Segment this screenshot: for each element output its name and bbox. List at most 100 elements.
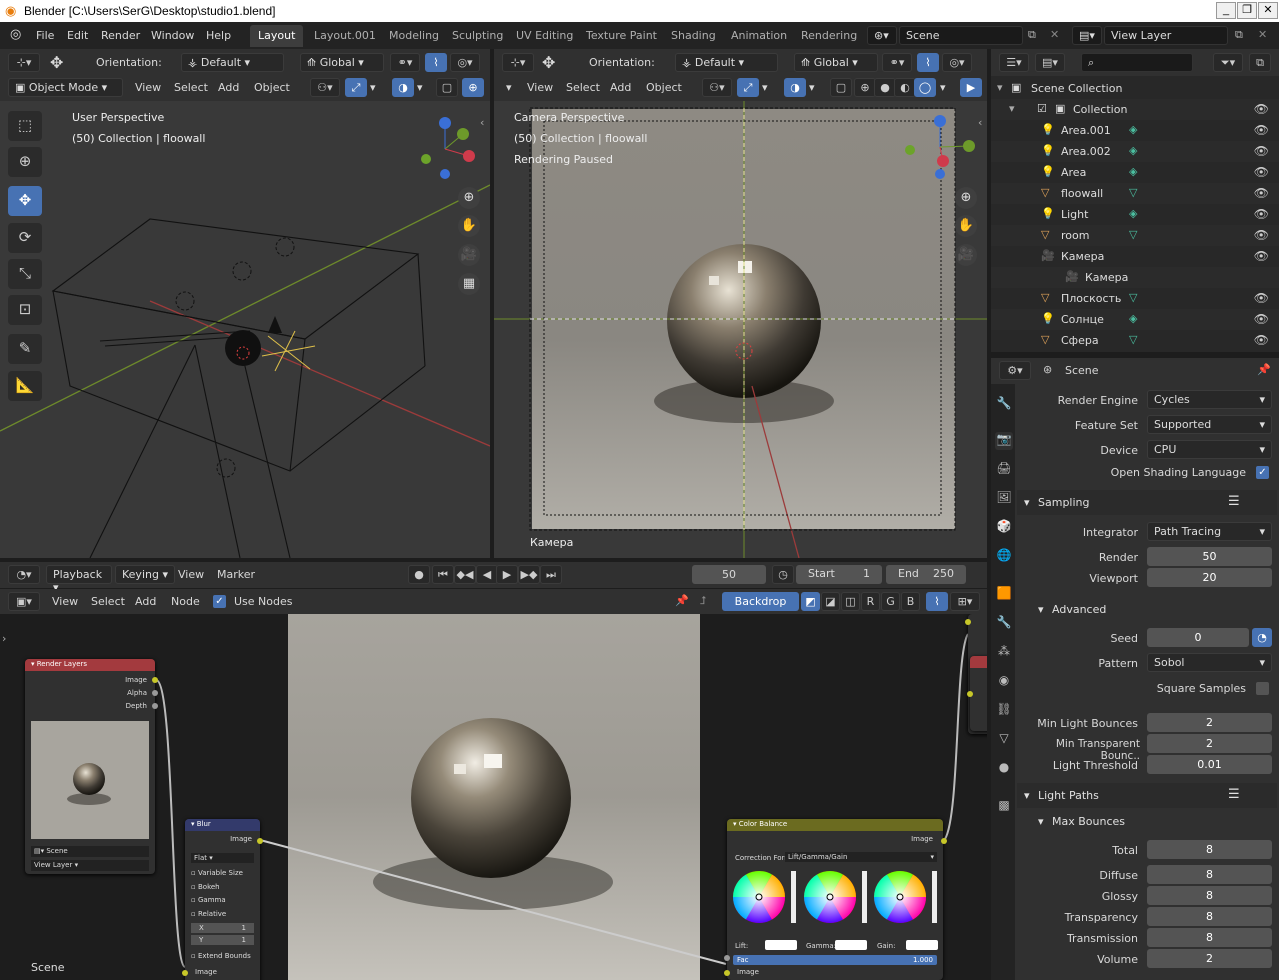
timeline-menu-view[interactable]: View xyxy=(178,568,204,581)
outliner-row[interactable]: ▽ room 👁 ▽ xyxy=(991,225,1279,246)
outliner-row[interactable]: 🎥 Камера xyxy=(991,267,1279,288)
vp2-orientation-dropdown[interactable]: ⚶ Default ▾ xyxy=(675,53,778,72)
render-layers-node-header[interactable]: ▾ Render Layers xyxy=(25,659,155,671)
render-layers-image-socket[interactable] xyxy=(152,677,158,683)
light-threshold-field[interactable]: 0.01 xyxy=(1147,755,1272,774)
proportional-edit-icon[interactable]: ◎▾ xyxy=(450,53,480,72)
vp2-menu-add[interactable]: Add xyxy=(610,81,631,94)
outliner-display-mode-icon[interactable]: ▤▾ xyxy=(1035,53,1065,72)
visibility-eye-icon[interactable]: 👁 xyxy=(1254,228,1269,242)
play-reverse-icon[interactable]: ◀ xyxy=(476,565,498,584)
render-tab-icon[interactable]: 📷 xyxy=(995,432,1013,450)
blur-option-bokeh[interactable]: ▫ Bokeh xyxy=(191,881,243,895)
end-frame-field[interactable]: End 250 xyxy=(886,565,966,584)
object-data-icon[interactable]: ▽ xyxy=(1129,291,1137,304)
tab-layout[interactable]: Layout xyxy=(250,25,304,47)
outliner-row[interactable]: ▽ floowall 👁 ▽ xyxy=(991,183,1279,204)
output-tab-icon[interactable]: 🖨 xyxy=(995,461,1013,479)
blur-y-field[interactable]: Y1 xyxy=(191,935,254,945)
tab-layout-001[interactable]: Layout.001 xyxy=(306,25,384,47)
lift-color-swatch[interactable] xyxy=(765,940,797,950)
scale-tool-icon[interactable]: ⤡ xyxy=(8,259,42,289)
expand-chevron-icon[interactable]: ▾ xyxy=(997,81,1003,94)
shading-wire-icon[interactable]: ⊕ xyxy=(462,78,484,97)
vp2-transform-space-dropdown[interactable]: ⟰ Global ▾ xyxy=(794,53,878,72)
vp2-snap-toggle-icon[interactable]: ⌇ xyxy=(917,53,939,72)
blur-type-dropdown[interactable]: Flat ▾ xyxy=(191,853,254,863)
view-layer-field[interactable]: View Layer xyxy=(1104,26,1228,45)
vp2-overlay-icon[interactable]: ◑ xyxy=(784,78,806,97)
light-paths-chevron-icon[interactable]: ▾ xyxy=(1024,789,1030,802)
select-box-tool-icon[interactable]: ⬚ xyxy=(8,111,42,141)
tab-animation[interactable]: Animation xyxy=(723,25,795,47)
blur-option-relative[interactable]: ▫ Relative xyxy=(191,908,243,922)
visibility-icon[interactable]: ⚇▾ xyxy=(310,78,340,97)
object-data-icon[interactable]: ◈ xyxy=(1129,123,1137,136)
menu-render[interactable]: Render xyxy=(101,29,140,42)
node-snap-target-icon[interactable]: ⊞▾ xyxy=(950,592,980,611)
feature-set-dropdown[interactable]: Supported ▾ xyxy=(1147,415,1272,434)
timeline-menu-marker[interactable]: Marker xyxy=(217,568,255,581)
vp2-menu-view[interactable]: View xyxy=(527,81,553,94)
annotate-tool-icon[interactable]: ✎ xyxy=(8,334,42,364)
render-layers-alpha-socket[interactable] xyxy=(152,690,158,696)
correction-formula-dropdown[interactable]: Lift/Gamma/Gain ▾ xyxy=(785,852,937,862)
visibility-eye-icon[interactable]: 👁 xyxy=(1254,144,1269,158)
expand-chevron-icon[interactable]: ▾ xyxy=(1009,102,1015,115)
vp2-shading-material-icon[interactable]: ◐ xyxy=(894,78,916,97)
backdrop-color-alpha-icon[interactable]: ◪ xyxy=(821,592,840,611)
data-tab-icon[interactable]: ▽ xyxy=(995,731,1013,749)
vp1-menu-add[interactable]: Add xyxy=(218,81,239,94)
device-dropdown[interactable]: CPU ▾ xyxy=(1147,440,1272,459)
outliner-search-input[interactable]: ⌕ xyxy=(1081,53,1193,72)
min-light-bounces-field[interactable]: 2 xyxy=(1147,713,1272,732)
texture-tab-icon[interactable]: ▩ xyxy=(995,798,1013,816)
rotate-tool-icon[interactable]: ⟳ xyxy=(8,223,42,253)
vp1-menu-view[interactable]: View xyxy=(135,81,161,94)
sampling-chevron-icon[interactable]: ▾ xyxy=(1024,496,1030,509)
visibility-eye-icon[interactable]: 👁 xyxy=(1254,291,1269,305)
visibility-eye-icon[interactable]: 👁 xyxy=(1254,186,1269,200)
sampling-presets-icon[interactable]: ☰ xyxy=(1228,494,1240,509)
outliner-row[interactable]: ▽ Плоскость 👁 ▽ xyxy=(991,288,1279,309)
menu-window[interactable]: Window xyxy=(151,29,194,42)
viewer-input-socket[interactable] xyxy=(967,691,973,697)
scene-tab-icon[interactable]: 🎲 xyxy=(995,519,1013,537)
vp1-menu-object[interactable]: Object xyxy=(254,81,290,94)
new-view-layer-icon[interactable]: ⧉ xyxy=(1235,28,1243,42)
color-balance-node[interactable]: ▾ Color Balance Image Correction Form.. … xyxy=(724,819,947,980)
channel-g-button[interactable]: G xyxy=(881,592,900,611)
viewport-camera-perspective[interactable]: Camera Perspective (50) Collection | flo… xyxy=(494,101,987,558)
visibility-eye-icon[interactable]: 👁 xyxy=(1254,333,1269,347)
menu-file[interactable]: File xyxy=(36,29,54,42)
tab-shading[interactable]: Shading xyxy=(663,25,724,47)
outliner-row[interactable]: 💡 Area.002 👁 ◈ xyxy=(991,141,1279,162)
world-tab-icon[interactable]: 🌐 xyxy=(995,548,1013,566)
color-balance-output-socket[interactable] xyxy=(941,838,947,844)
volume-field[interactable]: 2 xyxy=(1147,949,1272,968)
viewer-node-header[interactable] xyxy=(970,656,987,668)
modifier-tab-icon[interactable]: 🔧 xyxy=(995,615,1013,633)
blur-input-socket[interactable] xyxy=(182,970,188,976)
move-tool-icon[interactable]: ✥ xyxy=(8,186,42,216)
snap-toggle-icon[interactable]: ⌇ xyxy=(425,53,447,72)
object-data-icon[interactable]: ▽ xyxy=(1129,228,1137,241)
blur-node[interactable]: ▾ Blur Image Flat ▾ ▫ Variable Size ▫ Bo… xyxy=(182,819,263,980)
node-sidebar-toggle-icon[interactable]: › xyxy=(2,632,6,645)
backdrop-alpha-icon[interactable]: ◫ xyxy=(841,592,860,611)
cursor-tool-icon[interactable]: ⊕ xyxy=(8,147,42,177)
view-layer-tab-icon[interactable]: 🖼 xyxy=(995,490,1013,508)
playback-menu[interactable]: Playback ▾ xyxy=(46,565,112,594)
vp1-collapse-icon[interactable]: ‹ xyxy=(480,116,484,129)
transform-tool-icon[interactable]: ⊡ xyxy=(8,295,42,325)
advanced-header[interactable]: Advanced xyxy=(1052,603,1106,616)
new-scene-icon[interactable]: ⧉ xyxy=(1028,28,1036,42)
start-frame-field[interactable]: Start 1 xyxy=(796,565,882,584)
node-pin-icon[interactable]: 📌 xyxy=(675,594,689,607)
blur-option-variable-size[interactable]: ▫ Variable Size xyxy=(191,867,243,881)
vp2-shading-solid-icon[interactable]: ● xyxy=(874,78,896,97)
prev-keyframe-icon[interactable]: ◆◀ xyxy=(454,565,476,584)
delete-view-layer-icon[interactable]: ✕ xyxy=(1258,28,1267,41)
object-data-icon[interactable]: ◈ xyxy=(1129,165,1137,178)
outliner-row[interactable]: 💡 Light 👁 ◈ xyxy=(991,204,1279,225)
